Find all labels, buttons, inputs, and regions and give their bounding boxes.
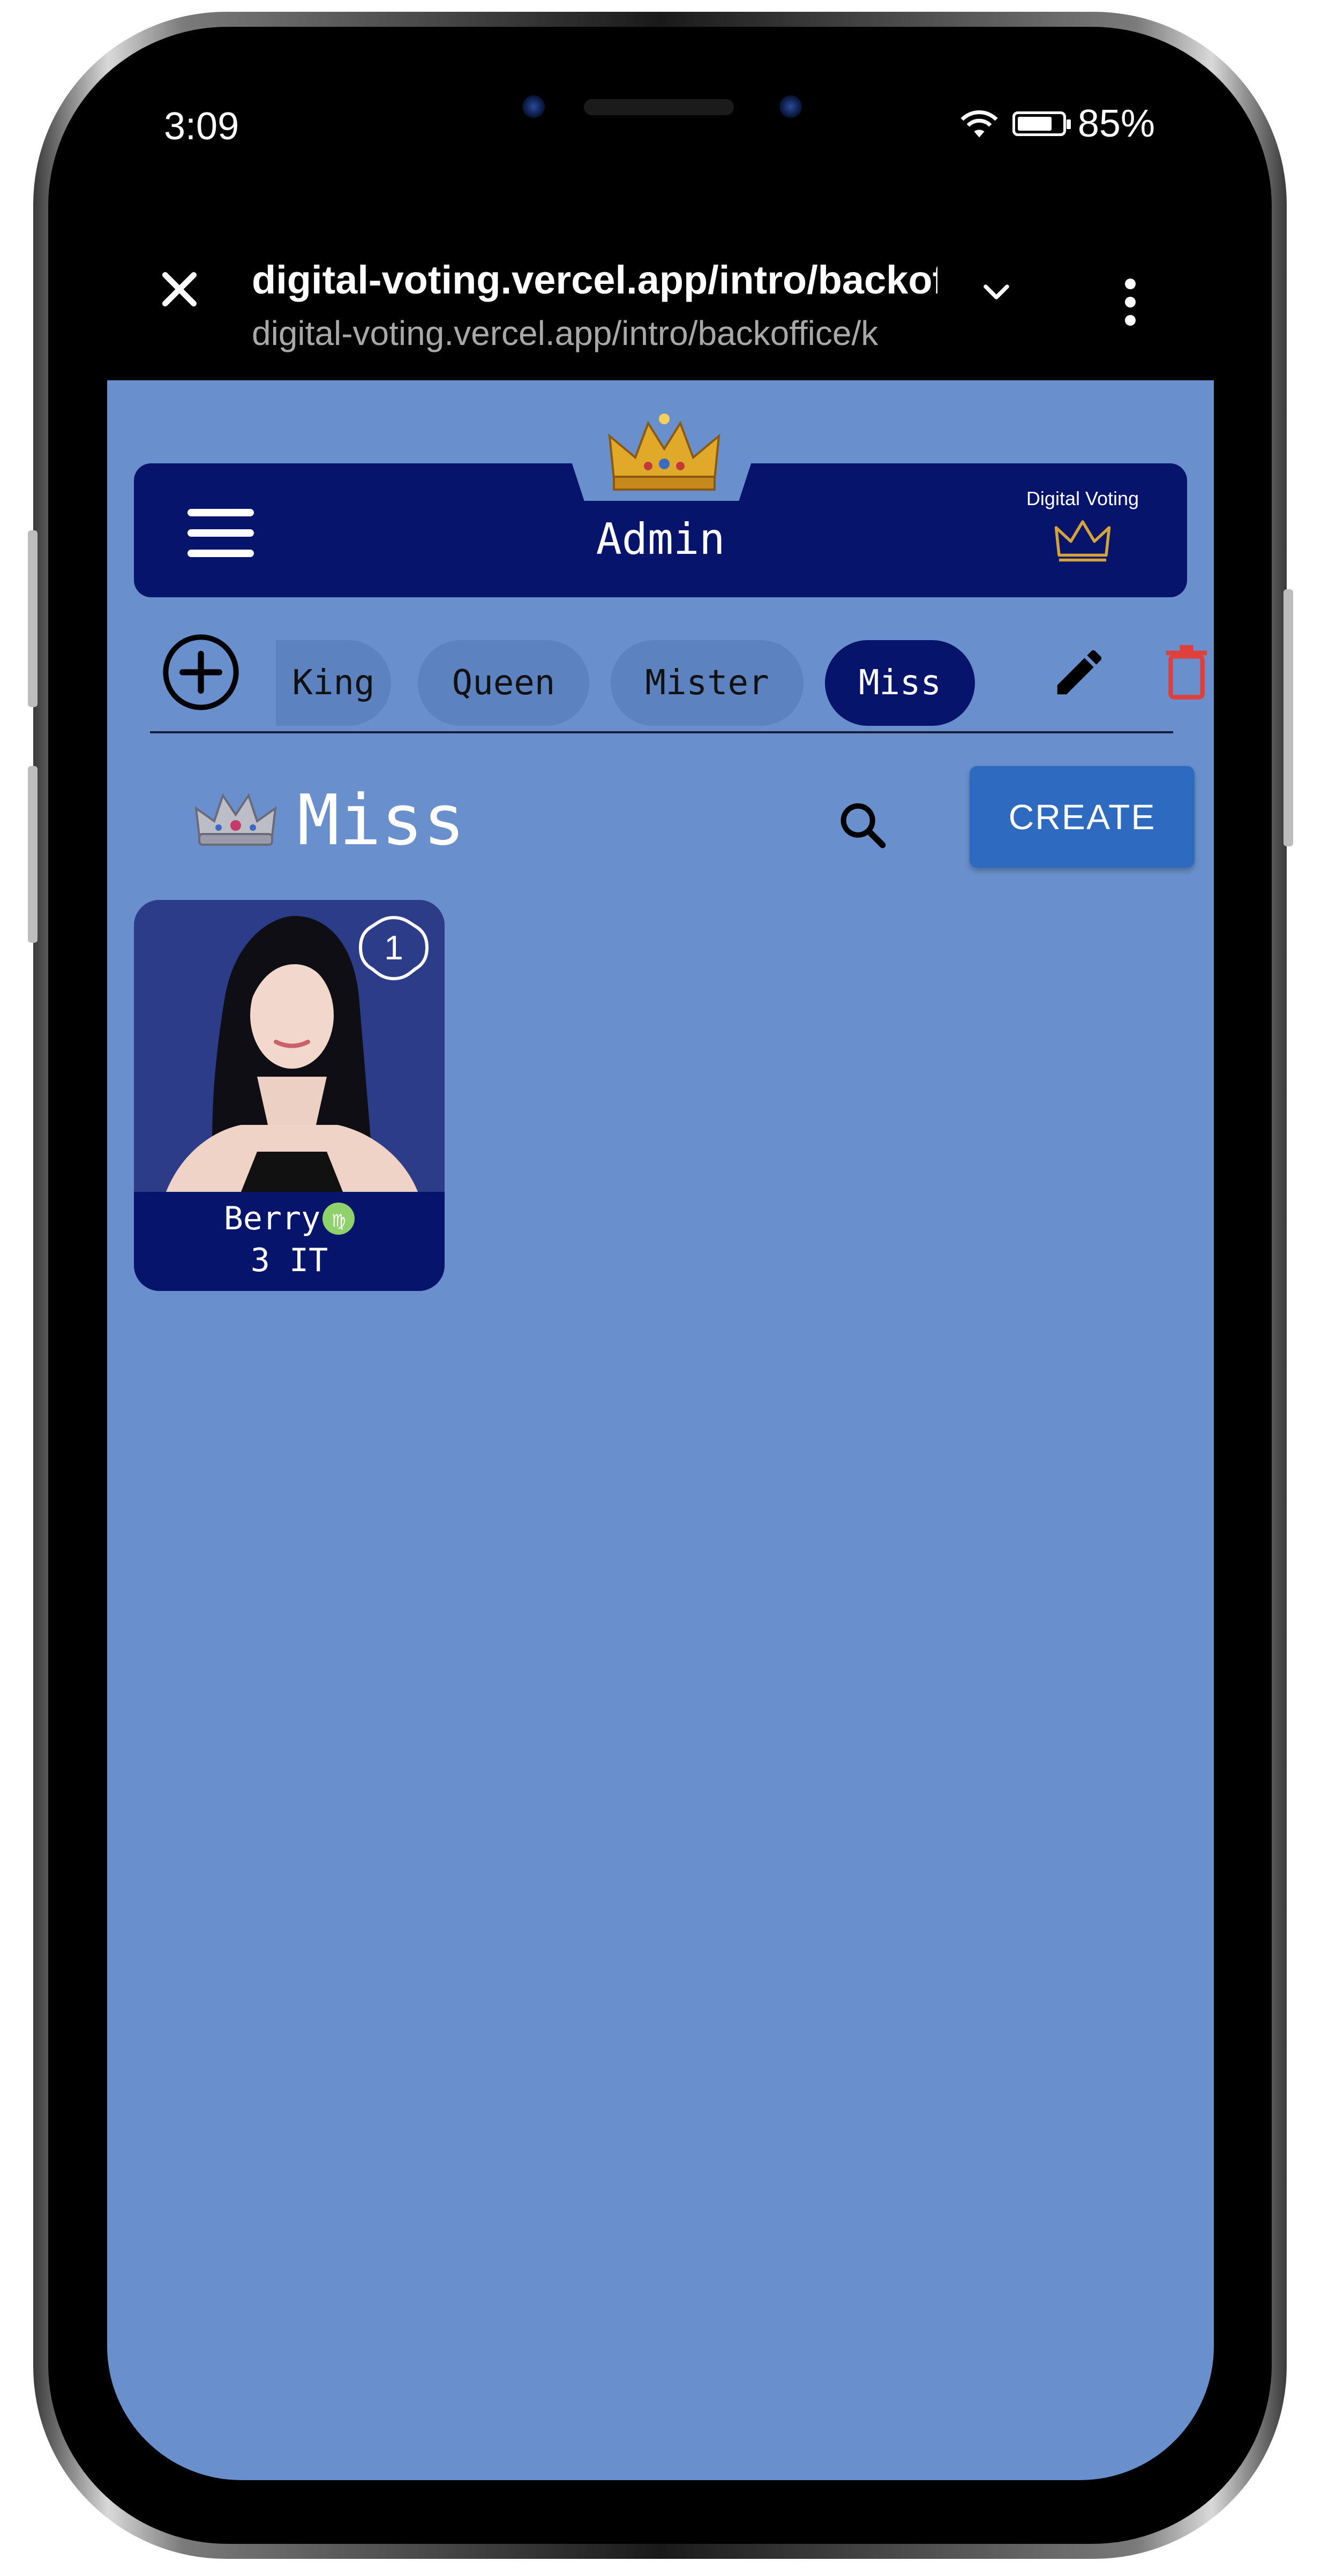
brand-logo: Digital Voting <box>1013 487 1152 564</box>
add-circle-icon[interactable] <box>161 632 241 712</box>
tab-king[interactable]: King <box>276 640 391 726</box>
battery-icon <box>1012 111 1071 136</box>
status-bar: 3:09 85% <box>107 59 1214 187</box>
candidate-info: Berry ♍ 3 IT <box>134 1192 445 1291</box>
chevron-down-icon[interactable] <box>980 276 1012 308</box>
more-vertical-icon[interactable] <box>1125 279 1136 333</box>
phone-screen: 3:09 85% digital-voting.vercel.app/intro… <box>107 59 1214 2480</box>
app-header: Admin Digital Voting <box>134 414 1187 597</box>
wifi-icon <box>960 110 998 138</box>
brand-name: Digital Voting <box>1026 487 1139 509</box>
sensor-icon <box>779 95 802 118</box>
url-title[interactable]: digital-voting.vercel.app/intro/backoffi… <box>252 257 937 303</box>
camera-icon <box>522 95 545 118</box>
candidate-class: 3 IT <box>250 1242 328 1279</box>
tab-miss[interactable]: Miss <box>825 640 975 726</box>
tabs-divider <box>150 731 1173 733</box>
status-time: 3:09 <box>164 105 239 148</box>
candidate-number-badge: 1 <box>358 915 429 981</box>
create-button[interactable]: CREATE <box>970 766 1195 868</box>
crown-icon <box>608 414 720 491</box>
section-title: Miss <box>297 779 466 861</box>
search-icon[interactable] <box>836 798 889 852</box>
tab-mister[interactable]: Mister <box>611 640 804 726</box>
side-button <box>1284 589 1293 846</box>
candidate-card[interactable]: 1 Berry ♍ 3 IT <box>134 900 445 1291</box>
battery-percent: 85% <box>1077 102 1155 145</box>
crown-icon <box>1054 520 1111 562</box>
side-button <box>28 530 37 707</box>
status-indicators: 85% <box>958 102 1155 146</box>
zodiac-badge: ♍ <box>322 1203 355 1235</box>
browser-url-bar: digital-voting.vercel.app/intro/backoffi… <box>107 187 1214 380</box>
crown-icon <box>194 793 277 846</box>
edit-icon[interactable] <box>1050 643 1109 702</box>
side-button <box>28 766 37 943</box>
candidate-name: Berry <box>223 1200 321 1237</box>
delete-icon[interactable] <box>1162 643 1211 702</box>
app-page: Admin Digital Voting King Queen Mister M… <box>107 380 1214 2480</box>
speaker-grille <box>584 99 734 115</box>
close-icon[interactable] <box>158 268 201 312</box>
candidate-number: 1 <box>384 928 403 967</box>
tab-queen[interactable]: Queen <box>418 640 589 726</box>
candidate-name-row: Berry ♍ <box>134 1200 445 1237</box>
section-header: Miss CREATE <box>107 766 1214 873</box>
category-tabs: King Queen Mister Miss <box>161 621 1207 729</box>
url-full: digital-voting.vercel.app/intro/backoffi… <box>252 314 879 352</box>
